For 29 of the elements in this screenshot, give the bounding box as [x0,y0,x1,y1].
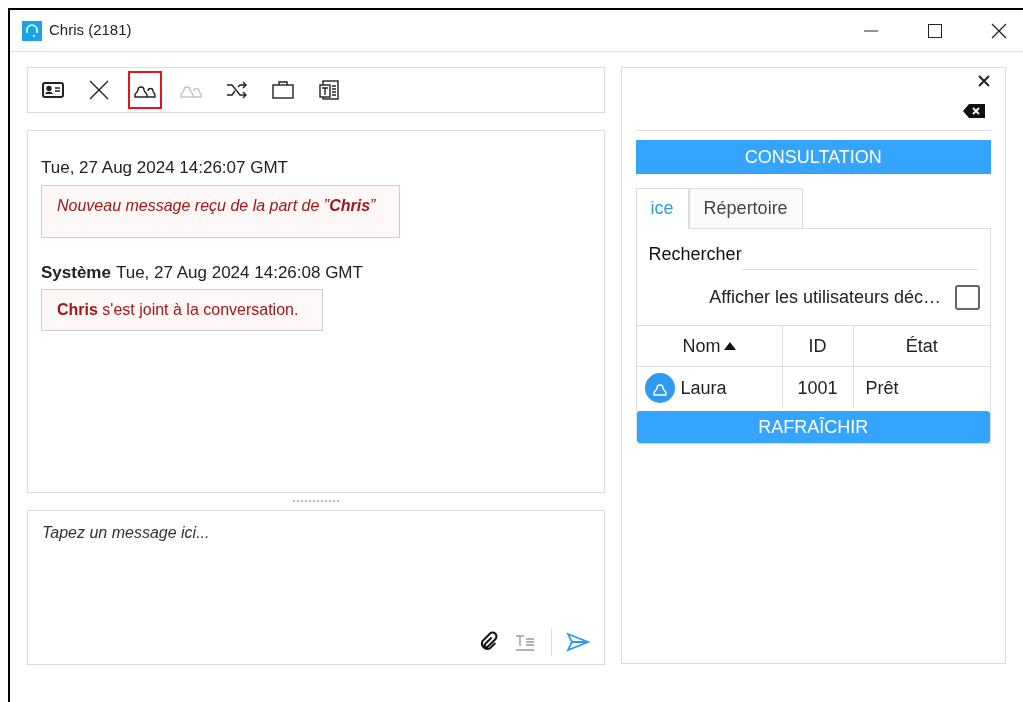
message-time: Tue, 27 Aug 2024 14:26:07 GMT [41,157,288,179]
checkbox-label: Afficher les utilisateurs déc… [709,286,941,309]
document-icon [317,78,341,102]
backspace-icon[interactable] [963,104,985,118]
panel-header: CONSULTATION [635,140,991,174]
tab[interactable]: Répertoire [688,188,803,229]
message-bubble: Chris s'est joint à la conversation. [41,289,324,331]
message-bubble: Nouveau message reçu de la part de ”Chris” [41,184,401,238]
resize-handle[interactable] [292,499,339,504]
checkbox[interactable] [955,285,980,310]
table-cell-text: Prêt [865,376,899,400]
window-title: Chris (2181) [49,20,132,41]
close-icon[interactable] [977,74,991,88]
column-header[interactable]: ID [781,326,853,367]
briefcase-icon [271,78,295,102]
message-input[interactable]: Tapez un message ici... [27,510,605,665]
sort-up-icon [723,342,736,350]
search-label: Rechercher [648,243,742,266]
headset-icon [22,20,42,41]
column-header[interactable]: État [852,326,990,367]
sender-name: Système [41,261,111,284]
toolbar-button[interactable] [128,71,162,109]
table-cell-text: Laura [680,376,727,400]
close-icon [87,78,111,102]
column-header[interactable]: Nom [636,326,782,367]
message-time: Tue, 27 Aug 2024 14:26:08 GMT [115,261,363,284]
send-icon[interactable] [565,631,590,653]
input-placeholder: Tapez un message ici... [42,523,211,543]
table-cell-text: 1001 [797,376,838,400]
